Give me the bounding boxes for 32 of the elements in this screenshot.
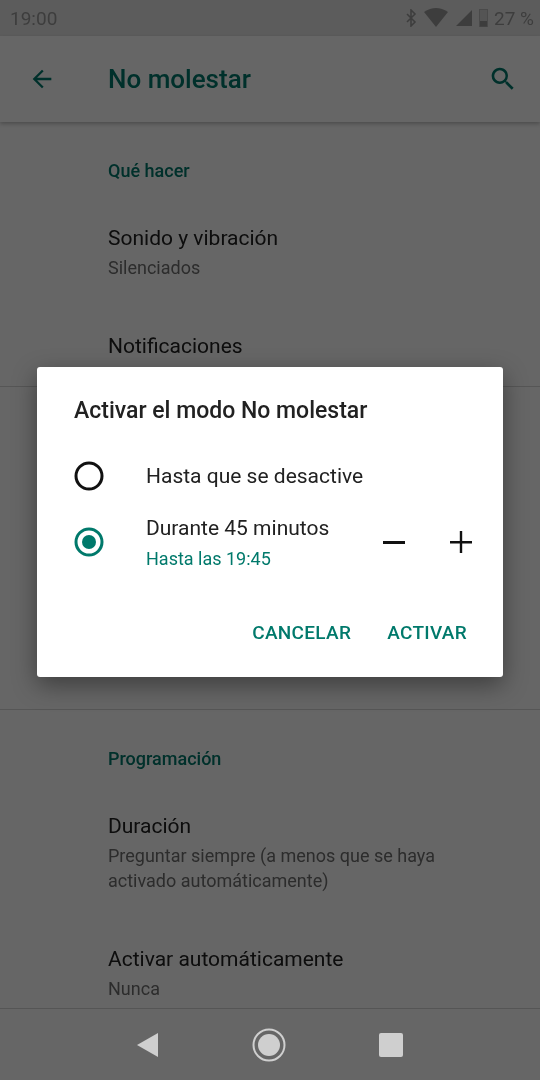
plus-icon [449, 530, 473, 554]
home-button[interactable] [252, 1027, 286, 1062]
wifi-icon [423, 8, 449, 28]
increase-button[interactable] [449, 530, 473, 554]
section-header: Programación [108, 747, 223, 771]
nav-back-button[interactable] [136, 1032, 159, 1057]
signal-icon [455, 9, 473, 27]
setting-title[interactable]: Sonido y vibración [108, 224, 480, 252]
radio-button[interactable] [74, 461, 104, 491]
home-circle-icon [252, 1027, 286, 1062]
square-icon [379, 1032, 404, 1057]
setting-title[interactable]: Duración [108, 812, 480, 840]
dialog-title: Activar el modo No molestar [74, 397, 369, 426]
setting-summary: Preguntar siempre (a menos que se haya activado automáticamente) [108, 844, 436, 893]
option-label: Durante 45 minutos [146, 515, 331, 540]
recents-button[interactable] [379, 1032, 404, 1057]
setting-title[interactable]: Activar automáticamente [108, 945, 480, 973]
option-label: Hasta que se desactive [146, 464, 365, 488]
section-header: Qué hacer [108, 159, 191, 183]
decrease-button[interactable] [383, 540, 405, 544]
battery-icon [479, 9, 488, 27]
screen-title: No molestar [108, 64, 252, 94]
bluetooth-icon [405, 9, 417, 27]
setting-summary: Nunca [108, 977, 161, 1001]
setting-title[interactable]: Notificaciones [108, 332, 480, 360]
minus-icon [383, 540, 405, 544]
triangle-icon [136, 1032, 159, 1057]
setting-summary: Silenciados [108, 256, 202, 280]
dialog-button[interactable]: ACTIVAR [387, 621, 467, 644]
end-time-text: Hasta las 19:45 [146, 547, 272, 569]
dialog-button[interactable]: CANCELAR [252, 621, 352, 644]
radio-button[interactable] [74, 527, 104, 557]
